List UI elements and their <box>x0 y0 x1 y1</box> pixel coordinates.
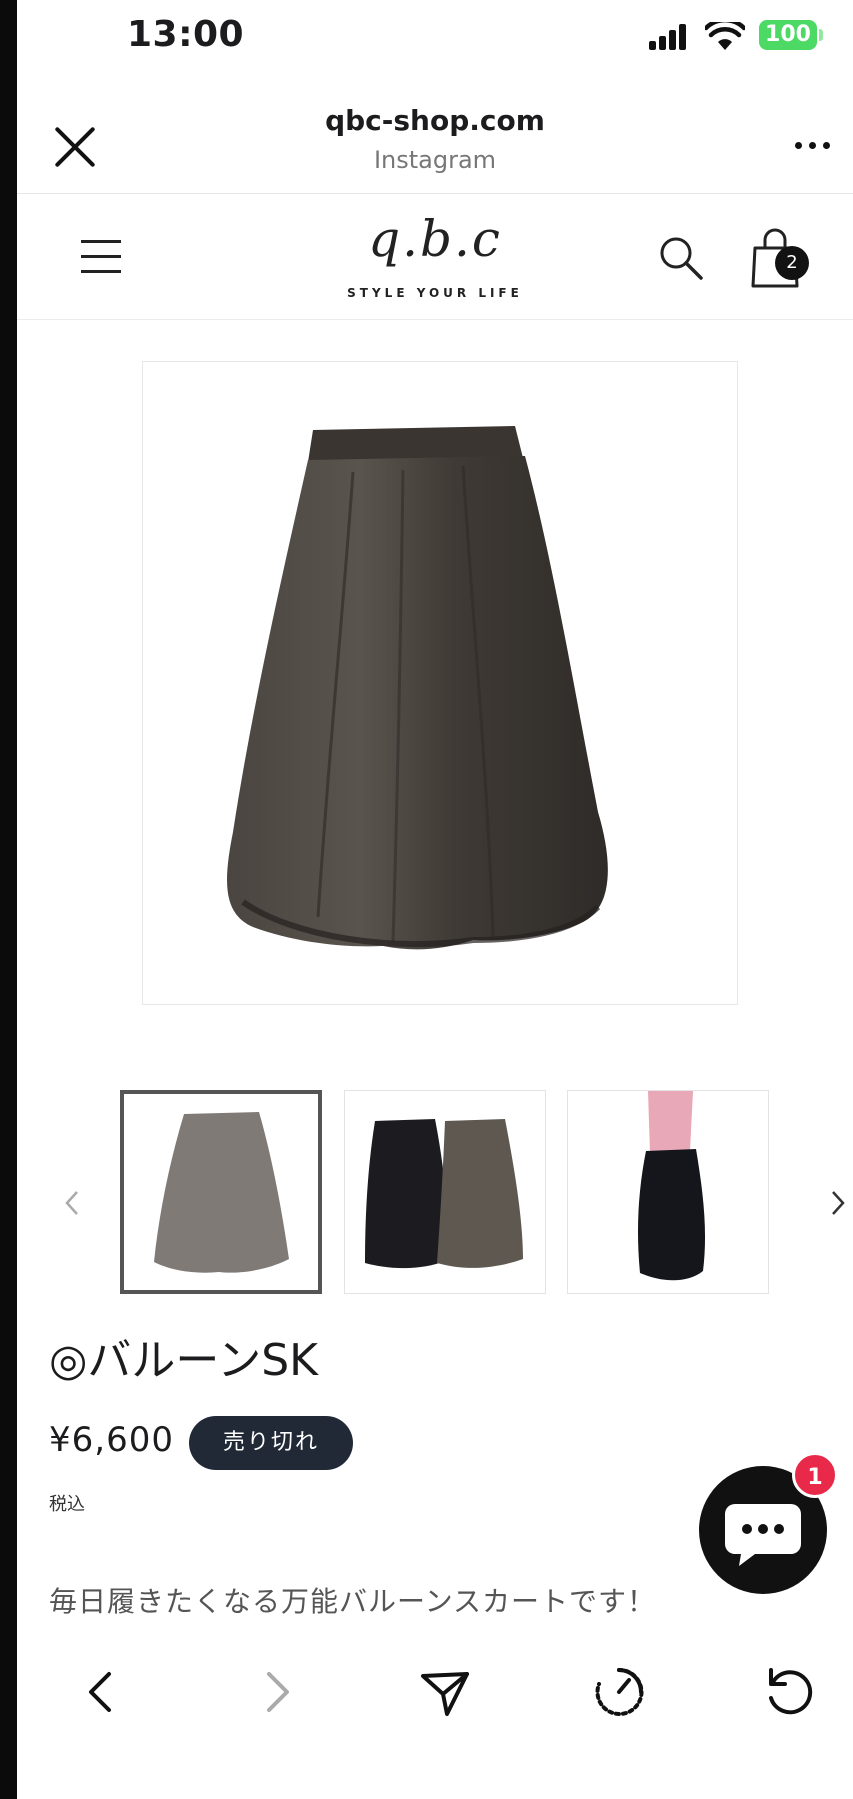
thumbnail-image <box>154 1112 289 1273</box>
product-main-image[interactable] <box>142 361 738 1005</box>
thumbnail-1[interactable] <box>120 1090 322 1294</box>
battery-indicator: 100 <box>759 20 817 50</box>
thumbnail-image <box>365 1119 523 1269</box>
product-price: ¥6,600 <box>49 1420 174 1460</box>
status-bar: 13:00 100 <box>17 0 853 70</box>
wifi-icon <box>705 22 745 50</box>
product-description: 毎日履きたくなる万能バルーンスカートです！ <box>49 1585 657 1618</box>
tax-note: 税込 <box>49 1494 85 1515</box>
back-icon[interactable] <box>75 1664 131 1720</box>
refresh-icon[interactable] <box>761 1664 817 1720</box>
browser-toolbar <box>17 1644 853 1754</box>
forward-icon[interactable] <box>247 1664 303 1720</box>
cart-count-badge: 2 <box>775 246 809 280</box>
battery-cap <box>819 29 823 41</box>
chevron-right-icon[interactable] <box>823 1186 853 1220</box>
shop-tagline: STYLE YOUR LIFE <box>347 286 523 300</box>
cellular-signal-icon <box>649 24 689 50</box>
browser-source: Instagram <box>373 146 497 174</box>
speed-icon[interactable] <box>591 1664 647 1720</box>
more-icon[interactable] <box>795 140 835 152</box>
sold-out-badge: 売り切れ <box>189 1416 353 1470</box>
skirt-photo <box>227 426 608 950</box>
chevron-left-icon[interactable] <box>57 1186 87 1220</box>
thumbnail-3[interactable] <box>567 1090 769 1294</box>
device-bezel <box>0 0 17 1799</box>
status-time: 13:00 <box>127 14 245 55</box>
browser-header: qbc-shop.com Instagram <box>17 84 853 194</box>
shop-header: q.b.c STYLE YOUR LIFE 2 <box>17 194 853 320</box>
thumbnail-image <box>638 1091 706 1281</box>
chat-badge: 1 <box>792 1452 838 1498</box>
screen: 13:00 100 qbc-shop.com Instagram q.b.c S… <box>17 0 853 1799</box>
product-title: ◎バルーンSK <box>49 1335 318 1386</box>
shop-logo[interactable]: q.b.c <box>17 210 853 268</box>
share-icon[interactable] <box>417 1664 473 1720</box>
browser-domain: qbc-shop.com <box>325 104 545 137</box>
thumbnail-2[interactable] <box>344 1090 546 1294</box>
search-icon[interactable] <box>657 234 705 282</box>
